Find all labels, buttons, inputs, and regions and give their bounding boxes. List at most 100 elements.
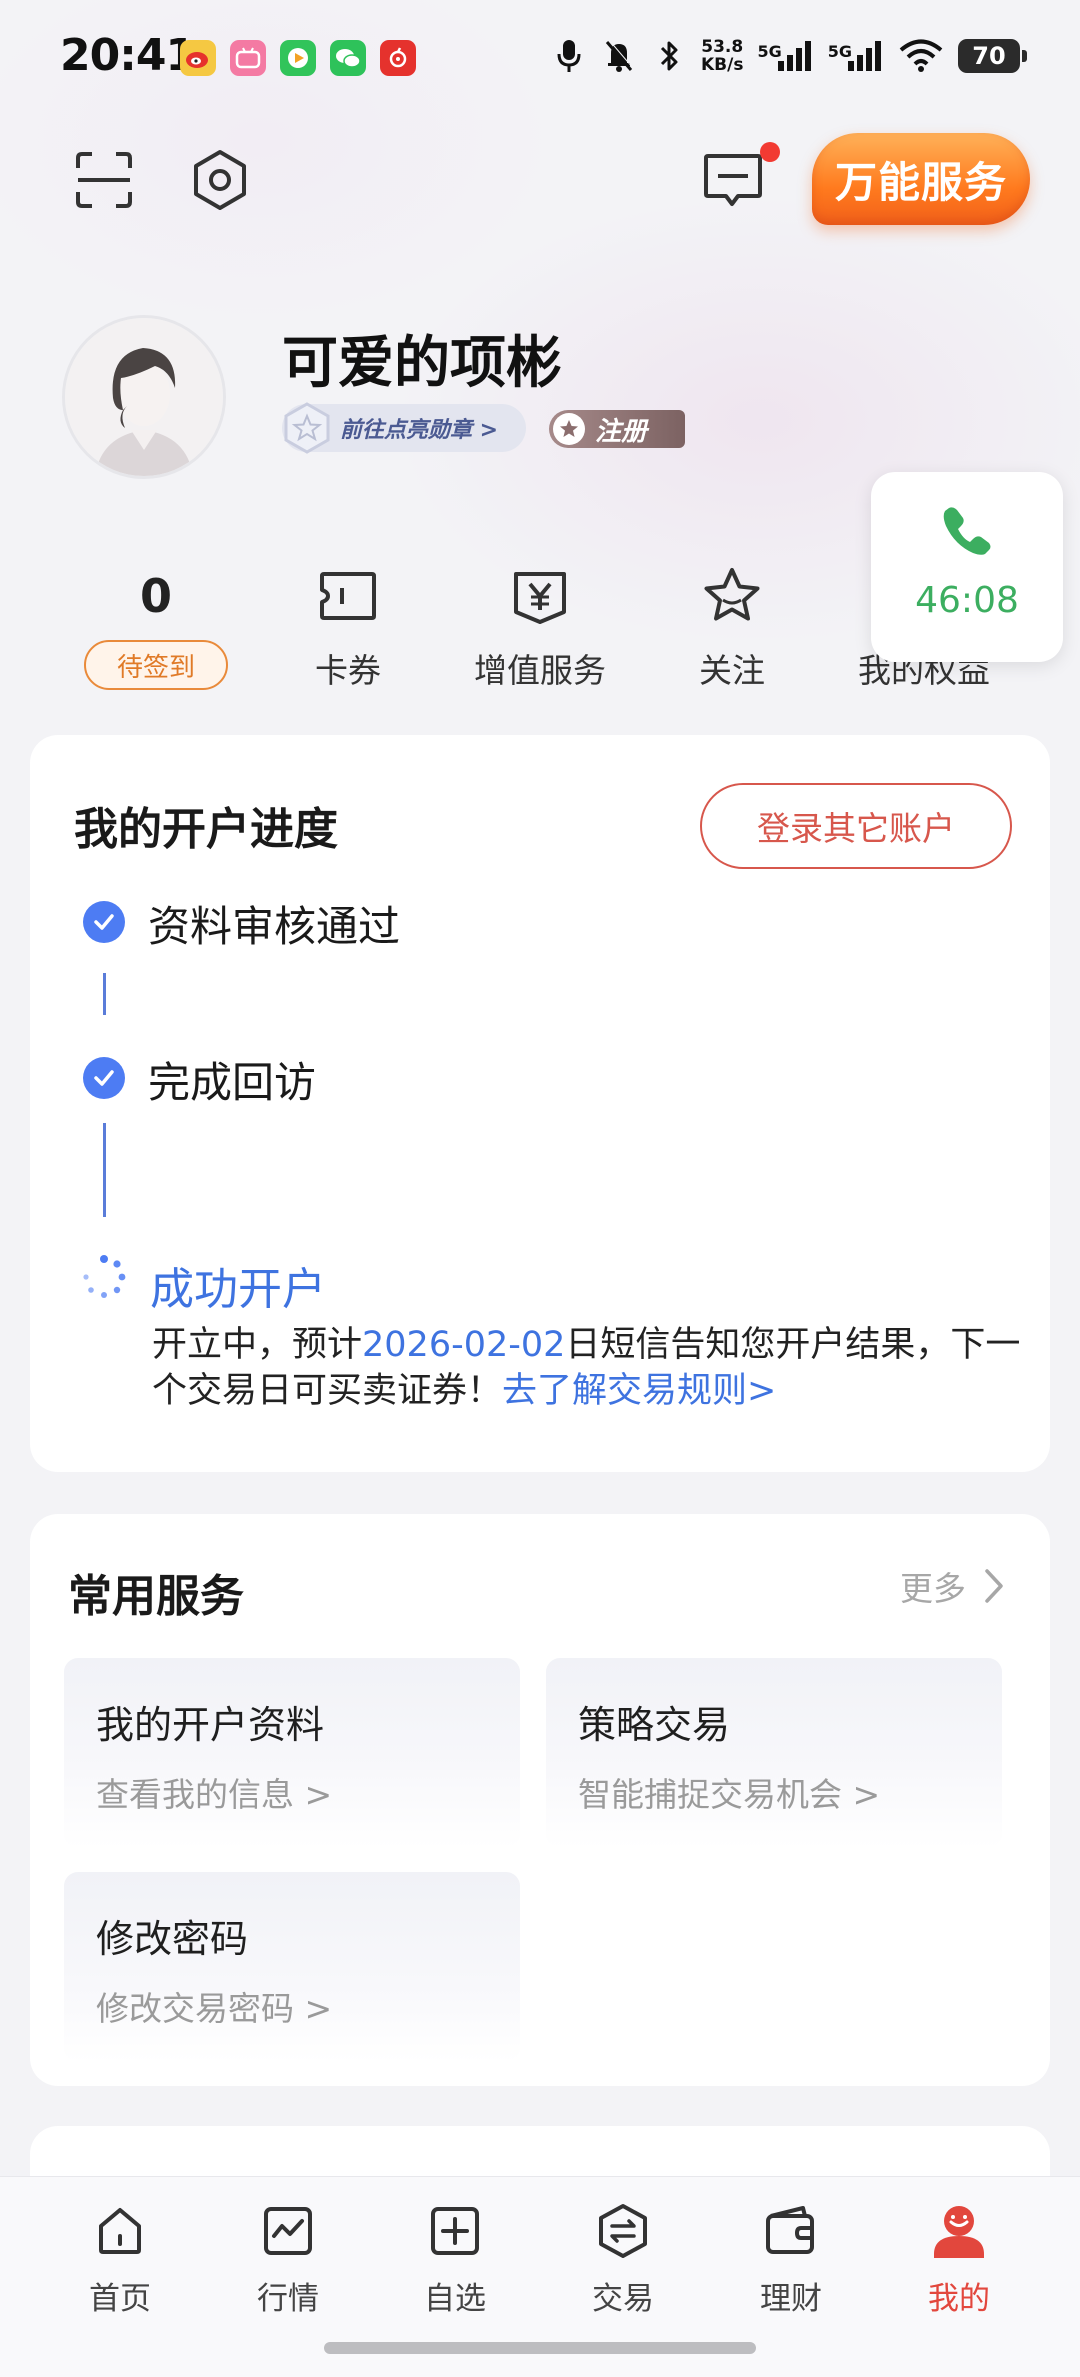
login-other-account-button[interactable]: 登录其它账户: [700, 783, 1012, 869]
service-title: 修改密码: [96, 1917, 249, 1961]
settings-button[interactable]: [180, 140, 260, 220]
check-icon: [83, 1057, 125, 1099]
badge-link-label: 前往点亮勋章 >: [340, 418, 499, 443]
nav-market[interactable]: 行情: [213, 2195, 363, 2325]
phone-icon: [939, 502, 995, 562]
service-tile-change-password[interactable]: 修改密码 修改交易密码 >: [64, 1872, 520, 2062]
trading-rules-link[interactable]: 去了解交易规则>: [502, 1371, 776, 1411]
bell-muted-icon: [601, 36, 637, 76]
service-tile-strategy-trading[interactable]: 策略交易 智能捕捉交易机会 >: [546, 1658, 1002, 1848]
nav-label: 自选: [424, 2281, 486, 2317]
add-square-icon: [425, 2201, 485, 2261]
nav-label: 行情: [257, 2281, 319, 2317]
battery-indicator: 70: [958, 39, 1027, 73]
light-up-badge-link[interactable]: 前往点亮勋章 >: [282, 402, 526, 454]
coupon-icon: [318, 560, 378, 632]
notification-app-icons: [180, 40, 416, 76]
step-connector: [103, 973, 106, 1015]
nav-label: 交易: [592, 2281, 654, 2317]
value-added-service-label: 增值服务: [474, 651, 606, 690]
nav-watchlist[interactable]: 自选: [380, 2195, 530, 2325]
service-title: 我的开户资料: [96, 1703, 325, 1747]
loading-spinner-icon: [80, 1253, 128, 1305]
network-speed-value: 53.8: [701, 37, 744, 57]
nav-mine[interactable]: 我的: [884, 2195, 1034, 2325]
step-review-passed: 资料审核通过: [148, 902, 401, 951]
microphone-icon: [551, 36, 587, 76]
more-label: 更多: [900, 1569, 966, 1608]
avatar[interactable]: [62, 315, 226, 479]
call-float-widget[interactable]: 46:08: [871, 472, 1063, 662]
badge-hexagon-icon: [278, 399, 336, 457]
universal-service-button[interactable]: 万能服务: [812, 133, 1030, 225]
service-subtitle: 修改交易密码 >: [96, 1989, 333, 2028]
nav-home[interactable]: 首页: [45, 2195, 195, 2325]
gear-icon: [194, 150, 246, 210]
signal-2-label: 5G: [827, 42, 852, 61]
network-speed: 53.8 KB/s: [701, 38, 743, 74]
yen-icon: [510, 560, 570, 632]
account-progress-title: 我的开户进度: [74, 804, 338, 855]
coupon-entry[interactable]: 卡券: [258, 560, 438, 710]
bilibili-icon: [230, 40, 266, 76]
network-speed-unit: KB/s: [701, 55, 744, 75]
follow-entry[interactable]: 关注: [642, 560, 822, 710]
unread-dot: [760, 142, 780, 162]
service-subtitle: 查看我的信息 >: [96, 1775, 333, 1814]
signal-strength-2: 5G: [828, 39, 884, 73]
home-icon: [90, 2201, 150, 2261]
step-account-opened: 成功开户: [150, 1264, 326, 1315]
wifi-icon: [898, 36, 944, 76]
user-icon: [929, 2201, 989, 2261]
video-app-icon: [280, 40, 316, 76]
common-services-card: 常用服务 更多 我的开户资料 查看我的信息 > 策略交易 智能捕捉交易机会 > …: [30, 1514, 1050, 2086]
more-services-link[interactable]: 更多: [900, 1562, 1004, 1610]
scan-icon: [76, 152, 132, 208]
signal-strength-1: 5G: [757, 39, 813, 73]
service-title: 策略交易: [578, 1703, 731, 1747]
coupon-label: 卡券: [315, 651, 381, 690]
expected-date: 2026-02-02: [362, 1325, 566, 1365]
nav-label: 首页: [89, 2281, 151, 2317]
common-services-title: 常用服务: [68, 1571, 244, 1622]
wechat-icon: [330, 40, 366, 76]
service-tile-account-info[interactable]: 我的开户资料 查看我的信息 >: [64, 1658, 520, 1848]
star-badge-icon: [553, 413, 585, 445]
nav-trade[interactable]: 交易: [548, 2195, 698, 2325]
status-indicators: 53.8 KB/s 5G 5G 70: [551, 36, 1027, 76]
service-subtitle: 智能捕捉交易机会 >: [578, 1775, 881, 1814]
signin-count: 0: [139, 569, 172, 623]
status-time: 20:41: [60, 30, 196, 81]
signal-1-label: 5G: [757, 42, 782, 61]
wallet-icon: [761, 2201, 821, 2261]
avatar-image: [65, 318, 223, 476]
step-return-visit: 完成回访: [148, 1058, 317, 1107]
call-timer: 46:08: [915, 580, 1019, 621]
signin-stat[interactable]: 0 待签到: [66, 560, 246, 710]
message-icon: [704, 154, 762, 206]
chart-icon: [258, 2201, 318, 2261]
bluetooth-icon: [651, 36, 687, 76]
home-indicator[interactable]: [324, 2342, 756, 2354]
scan-button[interactable]: [64, 140, 144, 220]
exchange-icon: [593, 2201, 653, 2261]
register-tag: 注册: [549, 410, 685, 448]
nav-label: 我的: [928, 2281, 990, 2317]
account-progress-card: 我的开户进度 登录其它账户 资料审核通过 完成回访 成功开户 开立中，预计202…: [30, 735, 1050, 1472]
check-icon: [83, 901, 125, 943]
nav-label: 理财: [760, 2281, 822, 2317]
netease-music-icon: [380, 40, 416, 76]
desc-prefix: 开立中，预计: [152, 1325, 363, 1365]
value-added-service-entry[interactable]: 增值服务: [450, 560, 630, 710]
star-icon: [701, 560, 763, 632]
user-name: 可爱的项彬: [282, 331, 562, 396]
chevron-right-icon: [985, 1569, 1003, 1603]
status-bar: 20:41 53.8 KB/s 5G 5G 70: [0, 0, 1080, 120]
step-connector: [103, 1123, 106, 1217]
weibo-icon: [180, 40, 216, 76]
signin-button[interactable]: 待签到: [84, 640, 228, 690]
register-tag-label: 注册: [595, 416, 648, 447]
follow-label: 关注: [699, 651, 765, 690]
account-opening-description: 开立中，预计2026-02-02日短信告知您开户结果，下一个交易日可买卖证券！去…: [152, 1322, 1022, 1414]
nav-wealth[interactable]: 理财: [716, 2195, 866, 2325]
